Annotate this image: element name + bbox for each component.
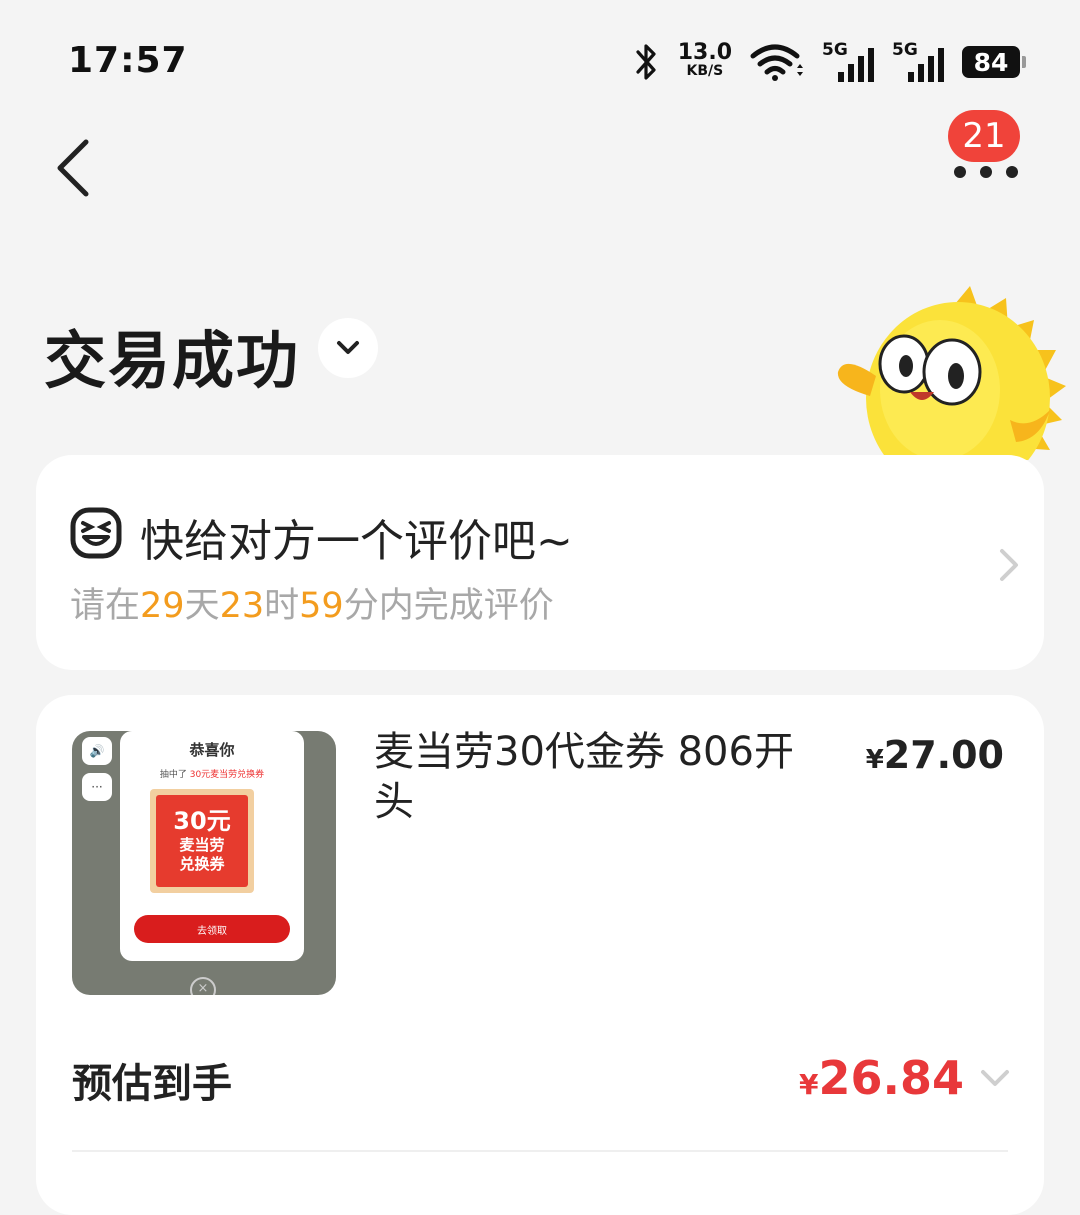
network-speed: 13.0 KB/S bbox=[677, 40, 732, 80]
coupon-graphic: 30元 麦当劳 兑换券 bbox=[150, 789, 254, 893]
order-status-title: 交易成功 bbox=[44, 324, 301, 397]
divider bbox=[72, 1150, 1008, 1152]
more-dots-icon bbox=[954, 166, 1018, 178]
status-expand-button[interactable] bbox=[318, 318, 378, 378]
status-icons: 13.0 KB/S 5G 5G 84 bbox=[634, 40, 1026, 84]
more-button[interactable]: 21 bbox=[944, 108, 1028, 188]
more-icon: ··· bbox=[82, 773, 112, 801]
chevron-right-icon bbox=[1000, 549, 1018, 581]
signal-sim2-icon: 5G bbox=[892, 40, 944, 82]
close-icon: × bbox=[190, 977, 216, 995]
chevron-down-icon[interactable] bbox=[978, 1067, 1012, 1091]
review-deadline: 请在29天23时59分内完成评价 bbox=[70, 586, 554, 626]
wifi-icon bbox=[750, 44, 803, 81]
chevron-down-icon bbox=[337, 341, 359, 354]
back-button[interactable] bbox=[48, 130, 108, 210]
status-bar: 17:57 13.0 KB/S 5G 5G 84 bbox=[0, 0, 1080, 120]
review-prompt-card[interactable]: 快给对方一个评价吧~ 请在29天23时59分内完成评价 bbox=[36, 455, 1044, 670]
mascot-illustration bbox=[830, 280, 1070, 460]
estimated-income-value[interactable]: ¥26.84 bbox=[799, 1051, 964, 1105]
signal-sim1-icon: 5G bbox=[822, 40, 874, 82]
review-prompt-title: 快给对方一个评价吧~ bbox=[140, 516, 573, 567]
bluetooth-icon bbox=[636, 44, 656, 80]
item-title[interactable]: 麦当劳30代金券 806开头 bbox=[374, 727, 824, 827]
claim-button-image: 去领取 bbox=[134, 915, 290, 943]
estimated-income-label: 预估到手 bbox=[72, 1061, 232, 1107]
message-badge: 21 bbox=[948, 110, 1020, 162]
item-price: ¥27.00 bbox=[865, 733, 1004, 777]
thumbnail-popup: 恭喜你 抽中了 30元麦当劳兑换券 30元 麦当劳 兑换券 去领取 bbox=[120, 731, 304, 961]
speaker-icon: 🔊 bbox=[82, 737, 112, 765]
item-thumbnail[interactable]: 恭喜你 抽中了 30元麦当劳兑换券 30元 麦当劳 兑换券 去领取 🔊 ··· … bbox=[72, 731, 336, 995]
chevron-left-icon bbox=[57, 139, 89, 197]
status-time: 17:57 bbox=[68, 40, 188, 81]
battery-icon: 84 bbox=[962, 46, 1026, 78]
order-item-card: 恭喜你 抽中了 30元麦当劳兑换券 30元 麦当劳 兑换券 去领取 🔊 ··· … bbox=[36, 695, 1044, 1215]
smiley-face-icon bbox=[70, 507, 122, 559]
